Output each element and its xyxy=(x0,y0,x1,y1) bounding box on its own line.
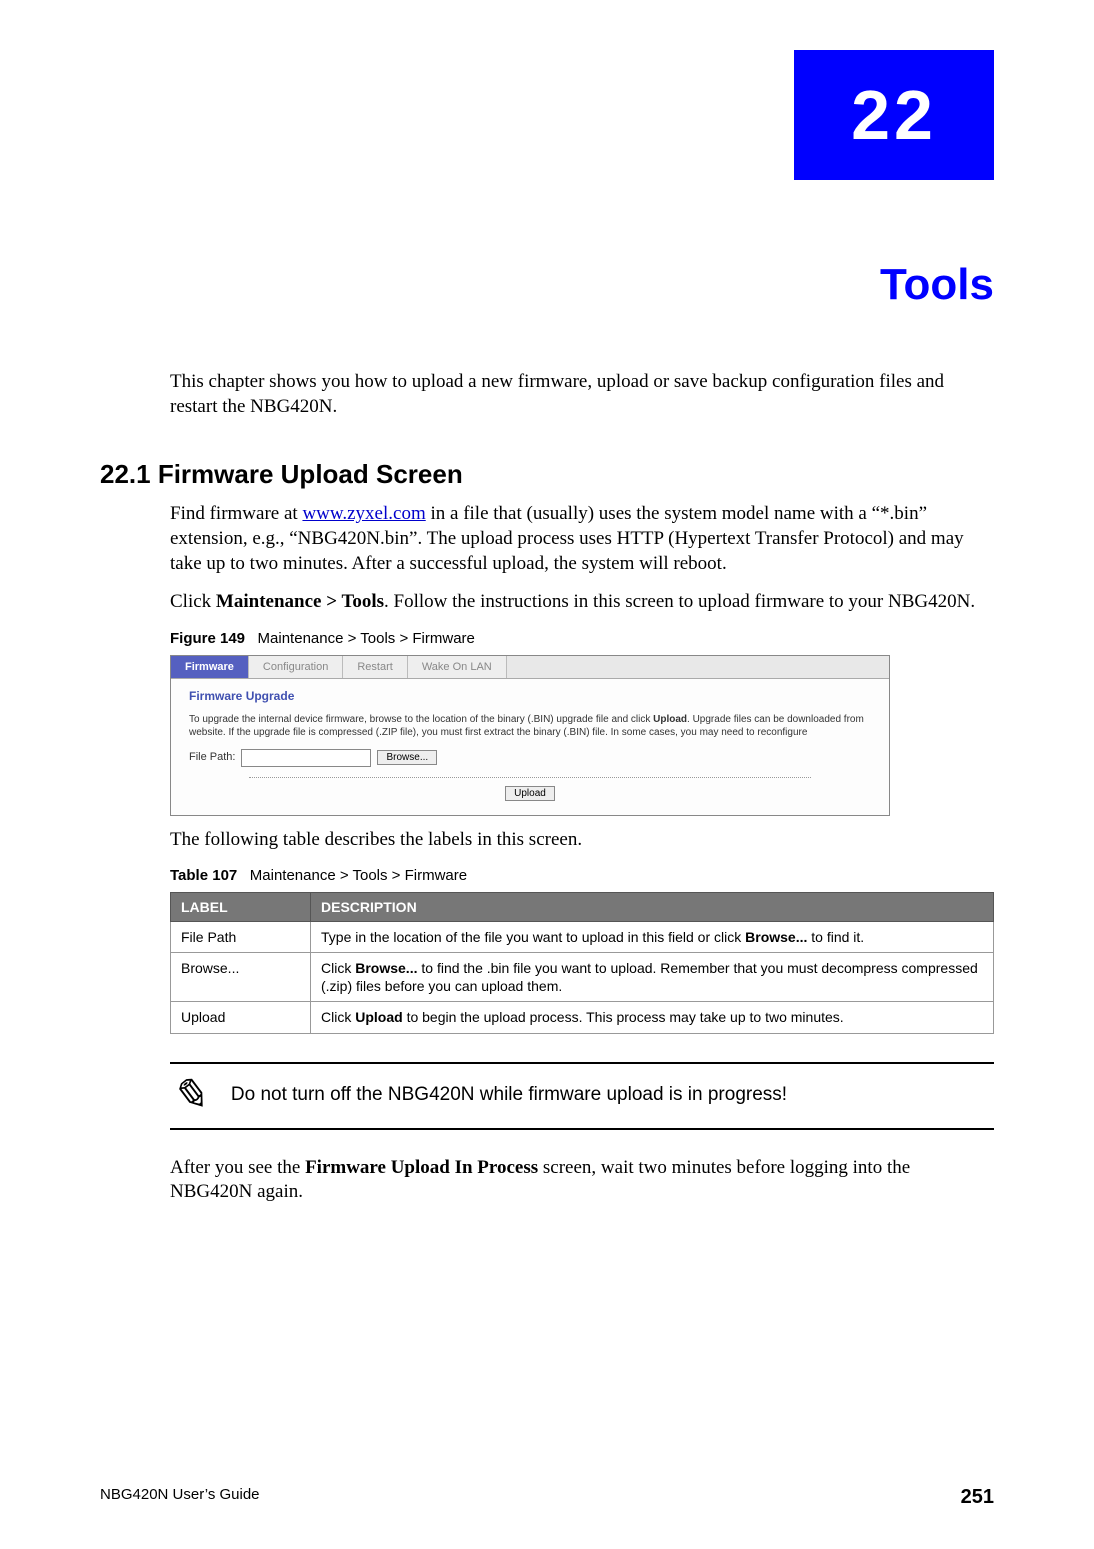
figure-title: Maintenance > Tools > Firmware xyxy=(258,630,475,647)
page-footer: NBG420N User’s Guide 251 xyxy=(100,1486,994,1509)
tab-firmware[interactable]: Firmware xyxy=(171,656,249,678)
text: . Follow the instructions in this screen… xyxy=(384,591,975,612)
paragraph-3: After you see the Firmware Upload In Pro… xyxy=(170,1156,994,1205)
figure-caption: Figure 149 Maintenance > Tools > Firmwar… xyxy=(170,629,994,649)
chapter-title: Tools xyxy=(100,260,994,310)
table-title: Maintenance > Tools > Firmware xyxy=(250,867,467,884)
text: To upgrade the internal device firmware,… xyxy=(189,714,653,725)
figure-tabbar: Firmware Configuration Restart Wake On L… xyxy=(171,656,889,679)
paragraph-2: Click Maintenance > Tools. Follow the in… xyxy=(170,590,994,615)
table-intro-text: The following table describes the labels… xyxy=(170,828,994,853)
upload-button[interactable]: Upload xyxy=(505,786,555,801)
table-cell-label: Upload xyxy=(171,1002,311,1033)
file-path-input[interactable] xyxy=(241,749,371,767)
intro-paragraph: This chapter shows you how to upload a n… xyxy=(170,370,994,419)
description-table: LABEL DESCRIPTION File Path Type in the … xyxy=(170,892,994,1034)
footer-guide-name: NBG420N User’s Guide xyxy=(100,1486,260,1509)
table-cell-label: File Path xyxy=(171,921,311,952)
figure-instruction-text: To upgrade the internal device firmware,… xyxy=(189,713,871,739)
table-row: Upload Click Upload to begin the upload … xyxy=(171,1002,994,1033)
text: Upload xyxy=(355,1009,402,1025)
text: Upload xyxy=(653,714,687,725)
table-caption: Table 107 Maintenance > Tools > Firmware xyxy=(170,866,994,886)
table-number: Table 107 xyxy=(170,867,237,884)
text: Find firmware at xyxy=(170,503,302,524)
note-icon: ✎ xyxy=(170,1074,207,1118)
figure-screenshot: Firmware Configuration Restart Wake On L… xyxy=(170,655,890,816)
chapter-number-badge: 22 xyxy=(794,50,994,180)
text: After you see the xyxy=(170,1157,305,1178)
paragraph-1: Find firmware at www.zyxel.com in a file… xyxy=(170,502,994,576)
table-cell-description: Type in the location of the file you wan… xyxy=(311,921,994,952)
text: Firmware Upload In Process xyxy=(305,1157,538,1178)
figure-subtitle: Firmware Upgrade xyxy=(189,689,871,705)
table-cell-description: Click Browse... to find the .bin file yo… xyxy=(311,953,994,1002)
file-path-label: File Path: xyxy=(189,750,235,764)
footer-page-number: 251 xyxy=(961,1486,994,1509)
browse-button[interactable]: Browse... xyxy=(377,750,437,765)
table-row: File Path Type in the location of the fi… xyxy=(171,921,994,952)
table-header-label: LABEL xyxy=(171,892,311,921)
tab-wake-on-lan[interactable]: Wake On LAN xyxy=(408,656,507,678)
note-block: ✎ Do not turn off the NBG420N while firm… xyxy=(170,1062,994,1130)
text: Browse... xyxy=(355,960,417,976)
nav-path-text: Maintenance > Tools xyxy=(216,591,384,612)
table-row: Browse... Click Browse... to find the .b… xyxy=(171,953,994,1002)
tab-configuration[interactable]: Configuration xyxy=(249,656,343,678)
tab-restart[interactable]: Restart xyxy=(343,656,407,678)
text: to find the .bin file you want to upload… xyxy=(321,960,978,994)
text: Browse... xyxy=(745,929,807,945)
figure-number: Figure 149 xyxy=(170,630,245,647)
table-cell-description: Click Upload to begin the upload process… xyxy=(311,1002,994,1033)
text: Click xyxy=(321,1009,355,1025)
text: to begin the upload process. This proces… xyxy=(403,1009,844,1025)
note-text: Do not turn off the NBG420N while firmwa… xyxy=(231,1083,787,1108)
table-header-description: DESCRIPTION xyxy=(311,892,994,921)
text: Type in the location of the file you wan… xyxy=(321,929,745,945)
zyxel-link[interactable]: www.zyxel.com xyxy=(302,503,425,524)
separator xyxy=(249,777,811,778)
text: Click xyxy=(170,591,216,612)
section-heading: 22.1 Firmware Upload Screen xyxy=(100,459,994,490)
text: to find it. xyxy=(807,929,864,945)
text: Click xyxy=(321,960,355,976)
table-cell-label: Browse... xyxy=(171,953,311,1002)
